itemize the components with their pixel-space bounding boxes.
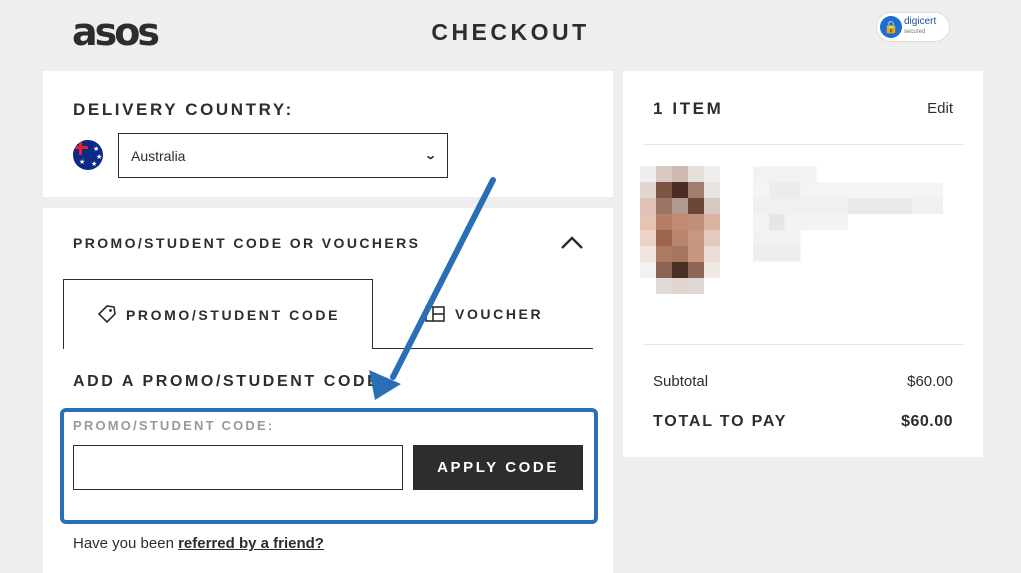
delivery-country-title: DELIVERY COUNTRY: <box>73 100 294 119</box>
total-row: TOTAL TO PAY $60.00 <box>653 413 953 431</box>
tab-promo-label: PROMO/STUDENT CODE <box>125 306 341 323</box>
add-promo-title: ADD A PROMO/STUDENT CODE <box>73 373 381 390</box>
divider <box>643 344 963 345</box>
country-select[interactable]: Australia ⌄ <box>118 133 448 178</box>
tab-voucher-label: VOUCHER <box>455 305 544 322</box>
chevron-down-icon: ⌄ <box>423 150 437 162</box>
apply-code-button[interactable]: APPLY CODE <box>413 445 583 490</box>
badge-name: digicert <box>904 16 937 27</box>
lock-icon: 🔒 <box>880 16 902 38</box>
subtotal-label: Subtotal <box>653 373 709 390</box>
items-count-title: 1 ITEM <box>653 99 724 118</box>
referral-prefix: Have you been <box>73 535 179 552</box>
total-label: TOTAL TO PAY <box>653 413 788 430</box>
chevron-up-icon[interactable] <box>561 236 583 250</box>
divider <box>643 144 963 145</box>
subtotal-value: $60.00 <box>907 373 953 390</box>
badge-sub: secured <box>904 29 926 35</box>
country-select-value: Australia <box>131 147 186 164</box>
voucher-icon <box>425 305 445 322</box>
promo-code-label: PROMO/STUDENT CODE: <box>73 418 275 433</box>
digicert-badge[interactable]: 🔒 digicert secured <box>876 12 950 42</box>
tag-icon <box>96 304 116 325</box>
delivery-country-panel: DELIVERY COUNTRY: ★ ★ ★ ★ Australia ⌄ <box>43 71 613 197</box>
product-name-redacted[interactable] <box>753 166 943 278</box>
page-title: CHECKOUT <box>431 19 590 45</box>
order-summary-panel: 1 ITEM Edit Subtotal $60.00 TOTAL TO PAY… <box>623 71 983 457</box>
tab-voucher[interactable]: VOUCHER <box>373 279 593 349</box>
total-value: $60.00 <box>901 413 953 430</box>
referral-text: Have you been referred by a friend? <box>73 535 324 552</box>
edit-link[interactable]: Edit <box>927 100 953 117</box>
tab-promo-student-code[interactable]: PROMO/STUDENT CODE <box>63 279 373 349</box>
product-image[interactable] <box>640 166 736 294</box>
referral-link[interactable]: referred by a friend? <box>178 535 324 552</box>
australia-flag-icon: ★ ★ ★ ★ <box>73 140 103 170</box>
promo-section-title[interactable]: PROMO/STUDENT CODE OR VOUCHERS <box>73 235 420 251</box>
promo-code-input[interactable] <box>73 445 403 490</box>
promo-panel: PROMO/STUDENT CODE OR VOUCHERS PROMO/STU… <box>43 208 613 573</box>
subtotal-row: Subtotal $60.00 <box>653 373 953 390</box>
